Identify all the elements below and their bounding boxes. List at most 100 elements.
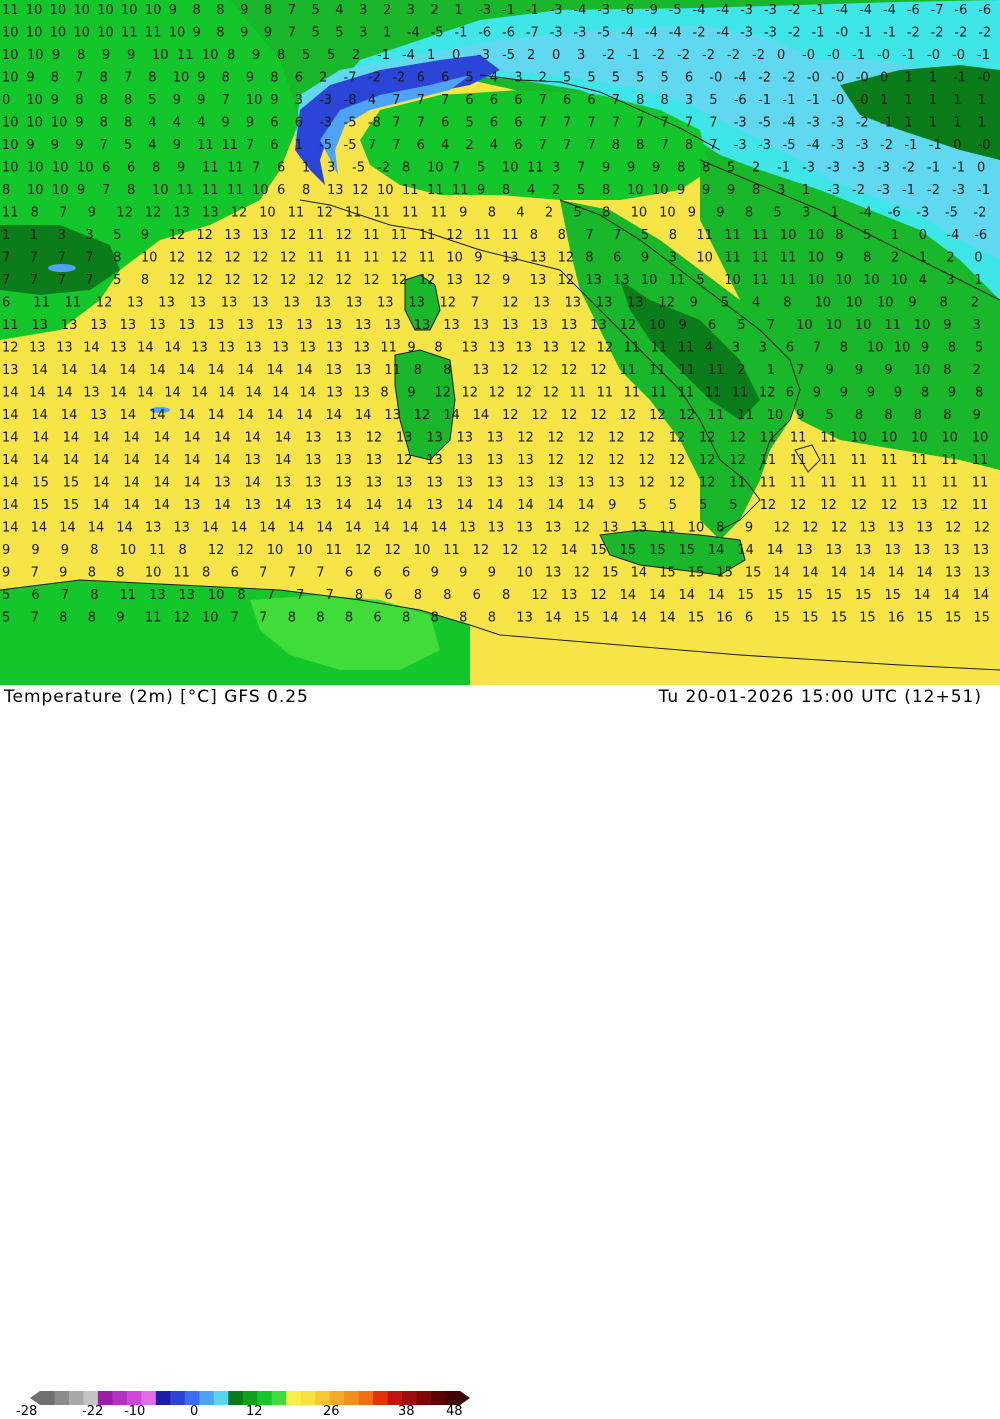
temperature-value: 11: [705, 386, 722, 401]
temperature-value: 12: [414, 408, 431, 423]
temperature-value: 8: [193, 3, 201, 18]
temperature-value: 7: [539, 93, 547, 108]
temperature-value: 12: [280, 251, 297, 266]
temperature-value: 8: [914, 408, 922, 423]
temperature-value: -3: [550, 26, 563, 41]
temperature-value: 12: [169, 251, 186, 266]
temperature-value: 13: [214, 476, 231, 491]
temperature-value: 13: [202, 206, 219, 221]
temperature-value: 13: [530, 273, 547, 288]
legend-tick: 0: [190, 1404, 199, 1419]
temperature-value: 14: [88, 521, 105, 536]
temperature-value: 10: [152, 48, 169, 63]
temperature-value: 14: [457, 498, 474, 513]
temperature-value: 9: [246, 71, 254, 86]
temperature-value: 12: [517, 431, 534, 446]
temperature-value: 4: [197, 116, 205, 131]
temperature-value: 14: [943, 588, 960, 603]
temperature-value: 14: [237, 408, 254, 423]
temperature-value: 7: [612, 93, 620, 108]
temperature-value: 13: [973, 543, 990, 558]
temperature-value: 8: [943, 363, 951, 378]
temperature-value: -6: [974, 228, 987, 243]
legend-swatch: [300, 1391, 316, 1405]
temperature-value: 13: [488, 521, 505, 536]
temperature-value: 3: [973, 318, 981, 333]
temperature-value: 13: [252, 296, 269, 311]
temperature-value: 9: [867, 386, 875, 401]
temperature-value: 12: [790, 498, 807, 513]
temperature-value: 8: [585, 251, 593, 266]
temperature-value: -3: [916, 206, 929, 221]
temperature-value: 9: [727, 183, 735, 198]
temperature-value: -1: [883, 26, 896, 41]
temperature-value: 14: [366, 498, 383, 513]
temperature-value: -2: [652, 48, 665, 63]
temperature-value: 13: [826, 543, 843, 558]
temperature-value: 11: [708, 363, 725, 378]
temperature-value: 15: [826, 588, 843, 603]
temperature-value: 9: [488, 566, 496, 581]
temperature-value: 7: [612, 116, 620, 131]
temperature-value: 4: [516, 206, 524, 221]
temperature-value: -2: [931, 26, 944, 41]
temperature-value: 4: [173, 116, 181, 131]
temperature-value: 8: [100, 116, 108, 131]
temperature-value: 8: [434, 341, 442, 356]
temperature-value: 11: [724, 228, 741, 243]
temperature-value: 6: [514, 93, 522, 108]
temperature-value: 1: [427, 48, 435, 63]
temperature-value: 12: [384, 543, 401, 558]
temperature-value: 14: [2, 498, 19, 513]
legend-swatch: [286, 1391, 302, 1405]
temperature-value: 12: [502, 543, 519, 558]
temperature-value: 7: [58, 273, 66, 288]
temperature-value: 14: [487, 498, 504, 513]
temperature-value: 11: [732, 386, 749, 401]
temperature-value: 15: [573, 611, 590, 626]
temperature-value: -3: [734, 116, 747, 131]
temperature-value: 9: [240, 26, 248, 41]
temperature-value: 13: [426, 498, 443, 513]
temperature-value: 13: [218, 341, 235, 356]
temperature-value: 8: [835, 228, 843, 243]
temperature-value: 11: [790, 453, 807, 468]
temperature-value: -5: [669, 3, 682, 18]
temperature-value: 11: [820, 453, 837, 468]
temperature-value: 15: [716, 566, 733, 581]
temperature-value: 12: [531, 588, 548, 603]
temperature-value: 9: [59, 566, 67, 581]
temperature-value: 9: [948, 386, 956, 401]
temperature-value: 12: [941, 498, 958, 513]
temperature-value: 13: [543, 341, 560, 356]
temperature-value: 12: [608, 453, 625, 468]
temperature-value: -2: [902, 161, 915, 176]
temperature-value: 10: [877, 296, 894, 311]
temperature-value: 14: [2, 521, 19, 536]
temperature-value: 9: [141, 228, 149, 243]
temperature-value: 5: [612, 71, 620, 86]
temperature-value: 10: [808, 273, 825, 288]
temperature-value: 12: [145, 206, 162, 221]
temperature-value: 11: [911, 476, 928, 491]
temperature-value: 13: [396, 476, 413, 491]
temperature-value: -3: [877, 161, 890, 176]
temperature-value: 10: [173, 71, 190, 86]
temperature-value: 4: [368, 93, 376, 108]
temperature-value: -4: [716, 26, 729, 41]
temperature-value: 13: [149, 318, 166, 333]
temperature-value: 13: [561, 588, 578, 603]
temperature-value: 14: [244, 476, 261, 491]
temperature-value: 14: [31, 521, 48, 536]
temperature-value: 14: [326, 408, 343, 423]
temperature-value: 11: [474, 228, 491, 243]
temperature-value: 1: [831, 206, 839, 221]
temperature-value: 1: [383, 26, 391, 41]
temperature-value: 10: [502, 161, 519, 176]
temperature-value: 8: [202, 566, 210, 581]
temperature-value: 14: [737, 543, 754, 558]
temperature-value: 11: [752, 228, 769, 243]
temperature-value: 10: [50, 3, 67, 18]
temperature-value: -4: [783, 116, 796, 131]
temperature-value: 1: [919, 251, 927, 266]
